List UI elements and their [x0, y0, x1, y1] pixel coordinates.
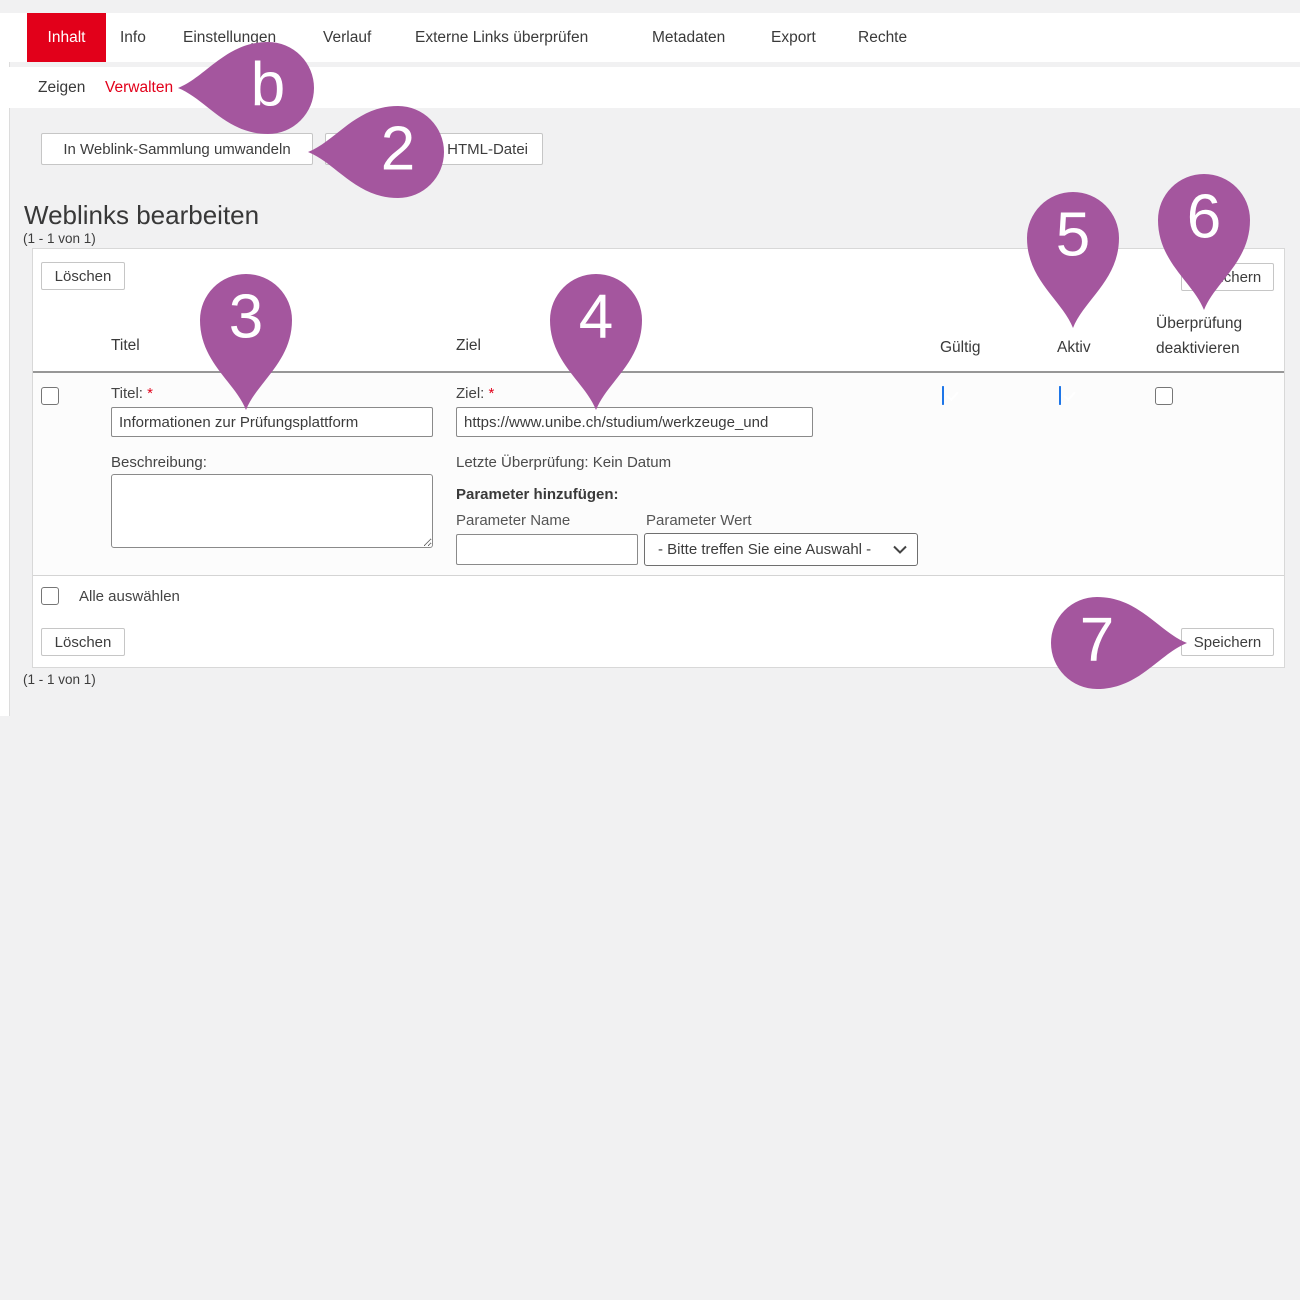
parameter-name-input[interactable] — [456, 534, 638, 565]
last-check-status: Letzte Überprüfung: Kein Datum — [456, 454, 671, 471]
callout-pin-6-label: 6 — [1187, 187, 1221, 249]
sub-tab-bar: Zeigen Verwalten — [9, 67, 1300, 108]
save-button-top[interactable]: Speichern — [1181, 263, 1274, 291]
select-all-checkbox[interactable] — [41, 587, 59, 605]
gueltig-checkbox[interactable] — [942, 386, 944, 405]
result-count-bottom: (1 - 1 von 1) — [23, 672, 96, 687]
tab-verlauf[interactable]: Verlauf — [323, 13, 371, 62]
tab-metadaten[interactable]: Metadaten — [652, 13, 725, 62]
main-tab-bar: Inhalt Info Einstellungen Verlauf Extern… — [9, 13, 1300, 62]
subtab-zeigen[interactable]: Zeigen — [38, 67, 85, 108]
required-marker: * — [489, 385, 495, 402]
required-marker: * — [147, 385, 153, 402]
titel-field-label: Titel: * — [111, 385, 153, 402]
titel-input[interactable] — [111, 407, 433, 437]
beschreibung-textarea[interactable] — [111, 474, 433, 548]
tab-export[interactable]: Export — [771, 13, 816, 62]
select-all-label: Alle auswählen — [79, 588, 180, 605]
parameter-wert-label: Parameter Wert — [646, 512, 752, 529]
column-header-ueberpruefung-deaktivieren: Überprüfung deaktivieren — [1156, 311, 1242, 361]
weblinks-table-panel: Löschen Speichern Titel Ziel Gültig Akti… — [32, 248, 1285, 668]
convert-to-weblink-collection-button[interactable]: In Weblink-Sammlung umwandeln — [41, 133, 313, 165]
left-gutter — [0, 13, 10, 716]
tab-externe-links-ueberpruefen[interactable]: Externe Links überprüfen — [415, 13, 588, 62]
table-row: Titel: * Beschreibung: Ziel: * Letzte Üb… — [33, 373, 1284, 576]
parameter-wert-select[interactable]: - Bitte treffen Sie eine Auswahl - — [644, 533, 918, 566]
subtab-verwalten[interactable]: Verwalten — [105, 67, 173, 108]
download-html-button[interactable]: s HTML-Datei — [325, 133, 543, 165]
beschreibung-label: Beschreibung: — [111, 454, 207, 471]
parameter-add-title: Parameter hinzufügen: — [456, 486, 619, 503]
result-count-top: (1 - 1 von 1) — [23, 231, 96, 246]
aktiv-checkbox[interactable] — [1059, 386, 1061, 405]
column-header-gueltig: Gültig — [940, 339, 981, 357]
ueberpruefung-deaktivieren-checkbox[interactable] — [1155, 387, 1173, 405]
ziel-input[interactable] — [456, 407, 813, 437]
tab-inhalt[interactable]: Inhalt — [27, 13, 106, 62]
tab-info[interactable]: Info — [120, 13, 146, 62]
column-header-aktiv: Aktiv — [1057, 339, 1091, 357]
delete-button-bottom[interactable]: Löschen — [41, 628, 125, 656]
ziel-field-label: Ziel: * — [456, 385, 494, 402]
parameter-name-label: Parameter Name — [456, 512, 570, 529]
page-title: Weblinks bearbeiten — [24, 200, 259, 231]
column-header-titel: Titel — [111, 337, 140, 355]
delete-button-top[interactable]: Löschen — [41, 262, 125, 290]
tab-einstellungen[interactable]: Einstellungen — [183, 13, 276, 62]
row-select-checkbox[interactable] — [41, 387, 59, 405]
save-button-bottom[interactable]: Speichern — [1181, 628, 1274, 656]
tab-inhalt-label: Inhalt — [48, 29, 86, 47]
tab-rechte[interactable]: Rechte — [858, 13, 907, 62]
chevron-down-icon — [893, 541, 907, 558]
column-header-ziel: Ziel — [456, 337, 481, 355]
